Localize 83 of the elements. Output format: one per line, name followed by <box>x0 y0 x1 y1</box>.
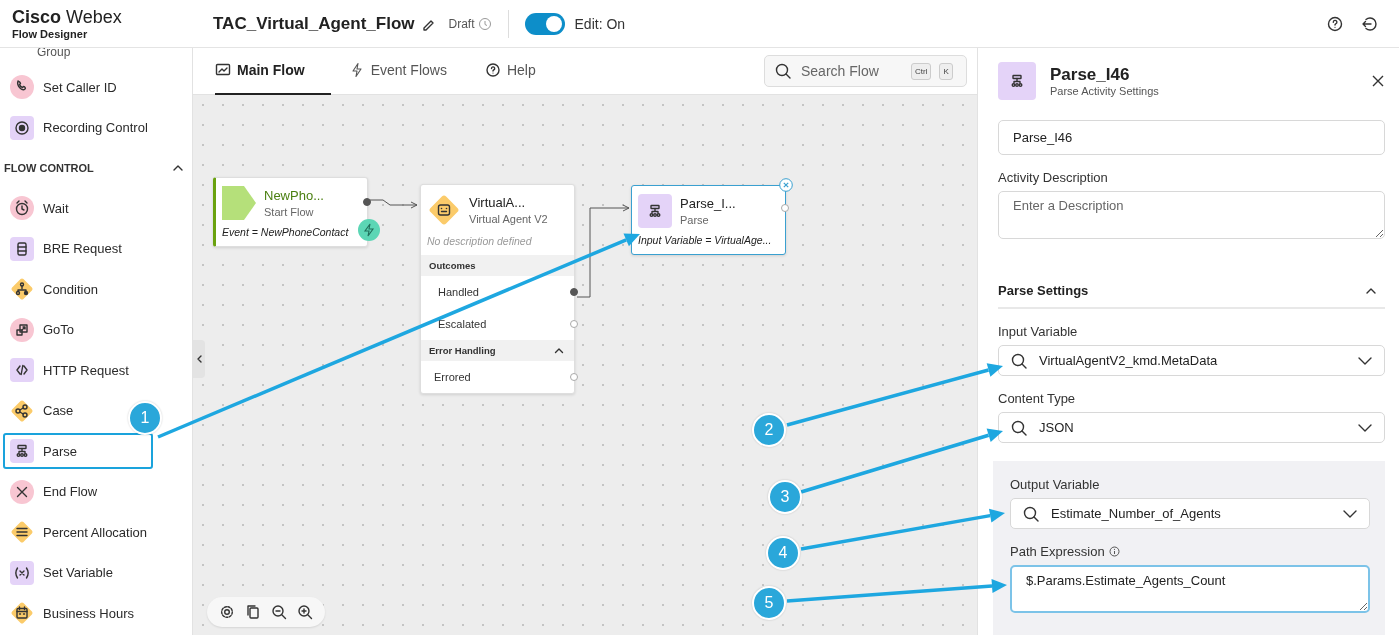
node-type: Virtual Agent V2 <box>469 213 548 225</box>
select-field[interactable]: Estimate_Number_of_Agents <box>1010 498 1370 529</box>
parse-icon <box>998 62 1036 100</box>
status-label: Draft <box>448 16 475 31</box>
node-title: VirtualA... <box>469 195 527 210</box>
select-field[interactable]: VirtualAgentV2_kmd.MetaData <box>998 345 1385 376</box>
product-name: Flow Designer <box>12 26 89 41</box>
name-input[interactable]: Parse_I46 <box>998 120 1385 155</box>
info-icon <box>1108 546 1120 557</box>
search-icon <box>775 63 791 79</box>
copy-icon[interactable] <box>245 604 261 620</box>
search-icon <box>1023 505 1039 522</box>
node-title: Parse_I... <box>680 196 736 211</box>
search-input[interactable]: Search Flow <box>799 62 903 80</box>
node-type: Start Flow <box>264 206 315 218</box>
help-icon <box>484 62 501 78</box>
palette-item[interactable]: Condition <box>3 271 108 307</box>
search-icon <box>1011 352 1027 369</box>
flow-node[interactable]: VirtualA... Virtual Agent V2 No description defined Outcomes Handled Escalated Error Handling Errored <box>420 184 575 394</box>
connection-port[interactable] <box>570 288 578 296</box>
flow-title: TAC_Virtual_Agent_Flow <box>213 13 415 34</box>
palette-item[interactable]: HTTP Request <box>3 352 139 388</box>
sidebar-item[interactable]: Group <box>0 48 71 67</box>
outcome-label: Handled <box>438 286 479 298</box>
palette-item[interactable]: BRE Request <box>3 230 132 267</box>
palette-item[interactable]: Case <box>3 392 84 429</box>
tab[interactable]: Event Flows <box>348 47 467 95</box>
search-icon <box>1011 419 1027 436</box>
search-field[interactable]: Search Flow Ctrl K <box>764 55 967 87</box>
flow-node[interactable]: Parse_I... Parse Input Variable = VirtualAge... <box>631 185 786 255</box>
palette-item[interactable]: Recording Control <box>3 109 158 146</box>
node-type: Parse <box>680 214 710 226</box>
node-description: No description defined <box>426 234 533 249</box>
field-label: Activity Description <box>998 170 1108 185</box>
help-icon[interactable] <box>1327 15 1343 32</box>
description-input[interactable]: Enter a Description <box>998 191 1385 239</box>
palette-item[interactable]: Wait <box>3 190 79 226</box>
outcome-label: Escalated <box>438 318 487 330</box>
palette-item[interactable]: Business Hours <box>3 595 145 631</box>
chevron-down-icon <box>1358 356 1372 365</box>
zoom-out-icon[interactable] <box>271 604 287 620</box>
section-title: Outcomes <box>429 260 476 271</box>
zoom-in-icon[interactable] <box>297 604 313 620</box>
palette-item[interactable]: GoTo <box>3 311 85 348</box>
field-label: Input Variable <box>998 324 1078 339</box>
section-title: Error Handling <box>429 345 496 356</box>
section-title: Parse Settings <box>998 283 1089 298</box>
chevron-down-icon <box>1358 423 1372 432</box>
field-label: Path Expression <box>1010 544 1105 559</box>
exit-icon[interactable] <box>1361 15 1377 32</box>
section-title: FLOW CONTROL <box>4 162 94 174</box>
outcome-label: Errored <box>434 371 471 383</box>
toggle-label: Edit: On <box>574 15 626 32</box>
chevron-left-icon <box>195 354 203 364</box>
node-title: NewPho... <box>264 188 324 203</box>
field-label: Content Type <box>998 391 1076 406</box>
connection-port[interactable] <box>363 198 371 206</box>
lightning-icon[interactable] <box>358 219 380 241</box>
expression-input[interactable]: $.Params.Estimate_Agents_Count <box>1010 565 1370 613</box>
connector-line[interactable] <box>369 199 418 209</box>
palette-item[interactable]: Parse <box>3 433 153 469</box>
select-field[interactable]: JSON <box>998 412 1385 443</box>
node-detail: Input Variable = VirtualAge... <box>637 233 773 246</box>
collapse-handle[interactable] <box>193 340 205 378</box>
edit-toggle[interactable] <box>524 12 565 35</box>
palette-item[interactable]: End Flow <box>3 473 108 510</box>
panel-subtitle: Parse Activity Settings <box>1050 85 1160 97</box>
node-detail: Event = NewPhoneContact <box>221 225 350 238</box>
tab[interactable]: Help <box>484 47 556 95</box>
brand-name: Cisco Webex <box>12 6 123 27</box>
palette-item[interactable]: Set Variable <box>3 554 123 591</box>
close-icon[interactable] <box>1371 74 1385 88</box>
palette-item[interactable]: Set Caller ID <box>3 69 127 105</box>
flow-window-icon <box>215 62 231 78</box>
keyboard-key: K <box>939 62 953 80</box>
palette-item[interactable]: Percent Allocation <box>3 514 158 550</box>
field-label: Output Variable <box>1010 477 1100 492</box>
chevron-down-icon <box>1343 509 1357 518</box>
flow-node[interactable]: NewPho... Start Flow Event = NewPhoneContact <box>213 177 368 247</box>
keyboard-key: Ctrl <box>911 62 932 80</box>
clock-icon <box>477 16 492 31</box>
settings-icon[interactable] <box>219 604 235 620</box>
panel-title: Parse_I46 <box>1050 65 1131 85</box>
